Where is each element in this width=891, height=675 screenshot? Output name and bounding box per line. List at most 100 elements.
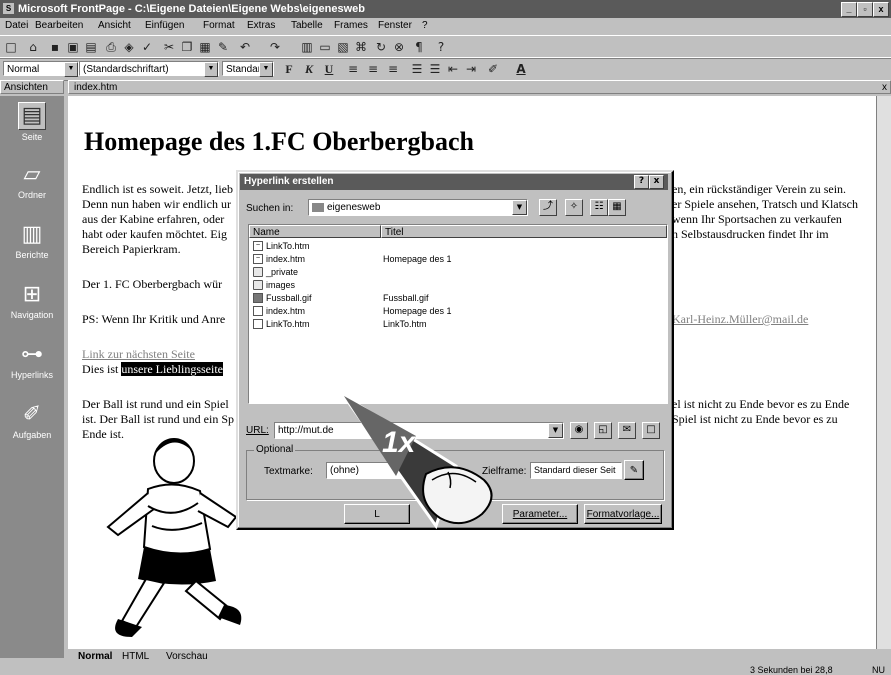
file-tab[interactable]: index.htm — [74, 82, 117, 93]
list-view-icon[interactable]: ☷ — [590, 199, 608, 216]
target-frame-field[interactable]: Standard dieser Seit — [530, 462, 622, 479]
new-page-icon[interactable]: □ — [642, 422, 660, 439]
browse-file-icon[interactable]: ◱ — [594, 422, 612, 439]
tab-vorschau[interactable]: Vorschau — [166, 651, 208, 662]
align-right-icon[interactable]: ≡ — [386, 62, 400, 76]
menu-ansicht[interactable]: Ansicht — [98, 20, 131, 31]
dialog-help-button[interactable]: ? — [634, 175, 649, 189]
new-page-icon[interactable]: □ — [4, 40, 18, 54]
format-painter-icon[interactable]: ✎ — [216, 40, 230, 54]
menu-extras[interactable]: Extras — [247, 20, 275, 31]
stop-icon[interactable]: ⊗ — [392, 40, 406, 54]
menu-bearbeiten[interactable]: Bearbeiten — [35, 20, 83, 31]
style-select[interactable]: Normal ▼ — [3, 61, 79, 77]
tab-html[interactable]: HTML — [122, 651, 149, 662]
menu-frames[interactable]: Frames — [334, 20, 368, 31]
download-time: 3 Sekunden bei 28,8 — [750, 665, 833, 675]
bold-button[interactable]: F — [282, 62, 296, 76]
view-ordner[interactable]: ▱ Ordner — [0, 156, 64, 216]
lookin-select[interactable]: eigenesweb ▼ — [308, 199, 528, 216]
size-select[interactable]: Standard ▼ — [222, 61, 274, 77]
paragraph-1-right-2: er Spiele ansehen, Tratsch und Klatsch — [672, 197, 858, 211]
menu-fenster[interactable]: Fenster — [378, 20, 412, 31]
lookin-label: Suchen in: — [246, 203, 294, 214]
open-icon[interactable]: ⌂ — [26, 40, 40, 54]
details-view-icon[interactable]: ▦ — [608, 199, 626, 216]
refresh-icon[interactable]: ↻ — [374, 40, 388, 54]
view-hyperlinks[interactable]: ⊶ Hyperlinks — [0, 336, 64, 396]
cut-icon[interactable]: ✂ — [162, 40, 176, 54]
paste-icon[interactable]: ▦ — [198, 40, 212, 54]
highlight-icon[interactable]: ✐ — [486, 62, 500, 76]
view-berichte[interactable]: ▥ Berichte — [0, 216, 64, 276]
file-name: _private — [266, 267, 299, 277]
paragraph-4-right-2: Spiel ist nicht zu Ende bevor es zu — [672, 412, 838, 426]
parameters-button[interactable]: Parameter... — [502, 504, 578, 524]
list-item[interactable]: index.htm Homepage des 1 — [249, 305, 667, 317]
close-file-icon[interactable]: x — [882, 81, 887, 95]
minimize-button[interactable]: _ — [841, 2, 857, 17]
next-page-link[interactable]: Link zur nächsten Seite — [82, 347, 195, 362]
maximize-button[interactable]: ▫ — [857, 2, 873, 17]
image-icon[interactable]: ▧ — [336, 40, 350, 54]
tab-normal[interactable]: Normal — [78, 651, 112, 662]
app-icon: S — [3, 3, 14, 14]
paragraph-1-line-2: Denn nun haben wir endlich ur — [82, 197, 231, 211]
publish-icon[interactable]: ▣ — [66, 40, 80, 54]
font-select[interactable]: (Standardschriftart) ▼ — [79, 61, 219, 77]
folder-list-icon[interactable]: ▤ — [84, 40, 98, 54]
list-item[interactable]: ~ LinkTo.htm — [249, 240, 667, 252]
redo-icon[interactable]: ↷ — [268, 40, 282, 54]
bullet-list-icon[interactable]: ☰ — [428, 62, 442, 76]
align-center-icon[interactable]: ≡ — [366, 62, 380, 76]
font-color-icon[interactable]: A — [514, 62, 528, 76]
menu-format[interactable]: Format — [203, 20, 235, 31]
standard-toolbar: □ ⌂ ▪ ▣ ▤ ⎙ ◈ ✓ ✂ ❐ ▦ ✎ ↶ ↷ ▥ ▭ ▧ ⌘ ↻ ⊗ … — [0, 35, 891, 59]
editor-scrollbar[interactable] — [876, 96, 891, 649]
file-list[interactable]: Name Titel ~ LinkTo.htm ~ index.htm Homepag… — [248, 224, 668, 404]
italic-button[interactable]: K — [302, 62, 316, 76]
target-frame-pick-icon[interactable]: ✎ — [624, 460, 644, 480]
table-icon[interactable]: ▭ — [318, 40, 332, 54]
print-icon[interactable]: ⎙ — [104, 40, 118, 54]
paragraph-1-right-4: n Selbstausdrucken findet Ihr im — [672, 227, 829, 241]
new-folder-icon[interactable]: ✧ — [565, 199, 583, 216]
view-navigation[interactable]: ⊞ Navigation — [0, 276, 64, 336]
decrease-indent-icon[interactable]: ⇤ — [446, 62, 460, 76]
browse-web-icon[interactable]: ◉ — [570, 422, 588, 439]
close-window-button[interactable]: x — [873, 2, 889, 17]
spelling-icon[interactable]: ✓ — [140, 40, 154, 54]
underline-button[interactable]: U — [322, 62, 336, 76]
view-seite[interactable]: ▤ Seite — [0, 96, 64, 156]
menu-help[interactable]: ? — [422, 20, 428, 31]
page-heading: Homepage des 1.FC Oberbergbach — [84, 127, 474, 156]
component-icon[interactable]: ▥ — [300, 40, 314, 54]
paragraph-icon[interactable]: ¶ — [412, 40, 426, 54]
preview-icon[interactable]: ◈ — [122, 40, 136, 54]
list-item[interactable]: Fussball.gif Fussball.gif — [249, 292, 667, 304]
list-item[interactable]: _private — [249, 266, 667, 278]
style-button[interactable]: Formatvorlage... — [584, 504, 662, 524]
hyperlink-icon[interactable]: ⌘ — [354, 40, 368, 54]
view-aufgaben[interactable]: ✐ Aufgaben — [0, 396, 64, 456]
undo-icon[interactable]: ↶ — [238, 40, 252, 54]
numbered-list-icon[interactable]: ☰ — [410, 62, 424, 76]
email-link[interactable]: Karl-Heinz.Müller@mail.de — [672, 312, 808, 327]
increase-indent-icon[interactable]: ⇥ — [464, 62, 478, 76]
up-folder-icon[interactable]: ⤴ — [539, 199, 557, 216]
dialog-close-button[interactable]: x — [649, 175, 664, 189]
list-item[interactable]: ~ index.htm Homepage des 1 — [249, 253, 667, 265]
copy-icon[interactable]: ❐ — [180, 40, 194, 54]
email-icon[interactable]: ✉ — [618, 422, 636, 439]
selected-text[interactable]: unsere Lieblingsseite — [121, 362, 223, 376]
column-title[interactable]: Titel — [381, 225, 667, 238]
menu-tabelle[interactable]: Tabelle — [291, 20, 323, 31]
list-item[interactable]: LinkTo.htm LinkTo.htm — [249, 318, 667, 330]
list-item[interactable]: images — [249, 279, 667, 291]
help-icon[interactable]: ? — [434, 40, 448, 54]
save-icon[interactable]: ▪ — [48, 40, 62, 54]
align-left-icon[interactable]: ≡ — [346, 62, 360, 76]
menu-datei[interactable]: Datei — [5, 20, 28, 31]
column-name[interactable]: Name — [249, 225, 381, 238]
menu-einfuegen[interactable]: Einfügen — [145, 20, 184, 31]
